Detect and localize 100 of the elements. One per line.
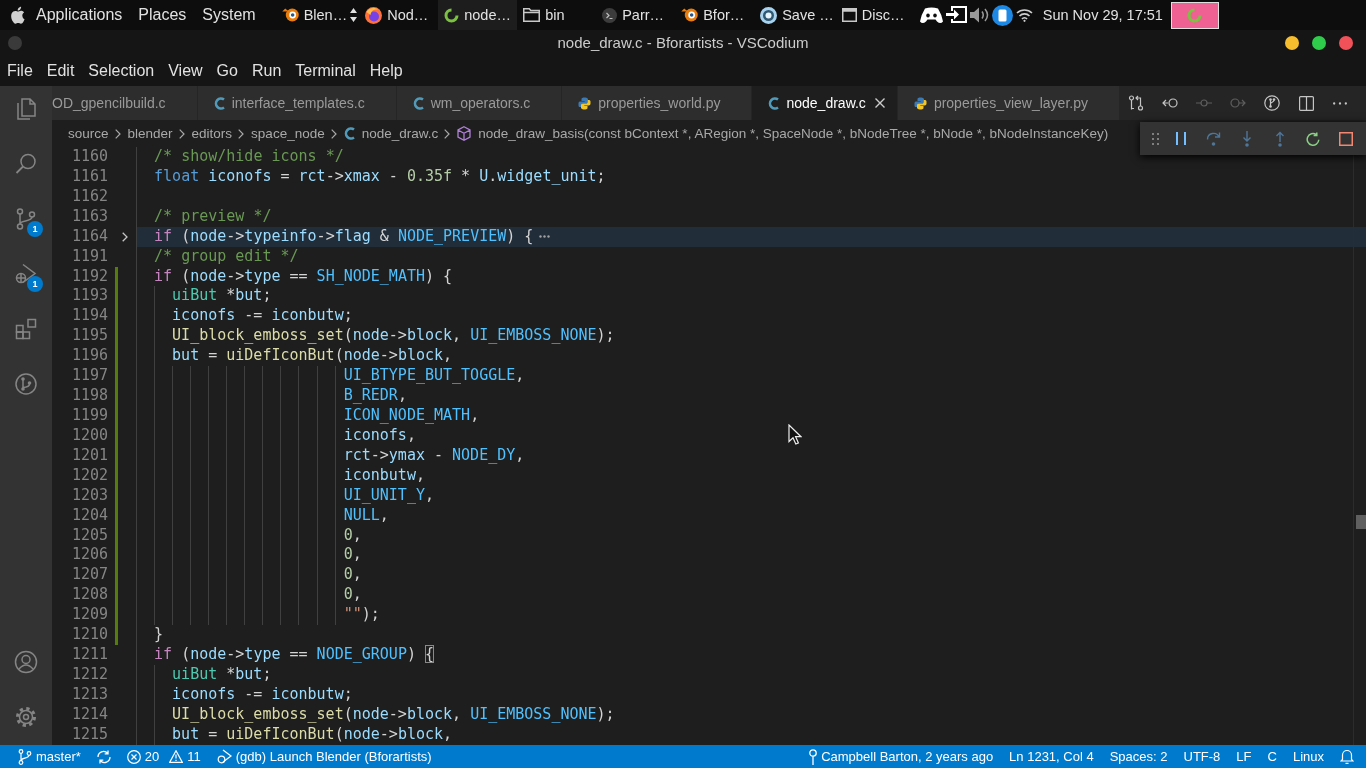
ellipsis-icon[interactable] — [539, 235, 551, 239]
code-line: rct->ymax - NODE_DY, — [343, 445, 525, 466]
taskbar-button[interactable]: Parr… — [596, 0, 676, 30]
problems-status[interactable]: 20 11 — [118, 745, 209, 768]
breadcrumb-item[interactable]: space_node — [251, 126, 325, 141]
breadcrumb-item[interactable]: editors — [191, 126, 233, 141]
taskbar-button[interactable]: Disc… — [835, 0, 915, 30]
line-number: 1210 — [71, 625, 108, 644]
breadcrumb-item[interactable]: source — [68, 126, 109, 141]
count-badge: 1 — [27, 221, 43, 237]
launch-config-status[interactable]: (gdb) Launch Blender (Bforartists) — [208, 745, 440, 768]
extensions-icon[interactable] — [14, 317, 38, 341]
settings-icon[interactable] — [14, 705, 38, 729]
code-line: iconofs, — [343, 425, 416, 446]
folder-icon — [523, 8, 541, 22]
line-number: 1200 — [71, 425, 108, 444]
status-item[interactable]: LF — [1228, 745, 1260, 768]
drag-handle-icon[interactable] — [1152, 132, 1159, 145]
source-control-icon[interactable] — [14, 207, 38, 231]
line-number: 1195 — [71, 326, 108, 345]
branch-circle-icon[interactable] — [1264, 95, 1280, 111]
menu-item[interactable]: Go — [209, 61, 245, 80]
taskbar-button[interactable]: Bfor… — [675, 0, 755, 30]
compare-changes-icon[interactable] — [1128, 95, 1144, 111]
line-number: 1204 — [71, 505, 108, 524]
status-item[interactable]: Linux — [1284, 745, 1332, 768]
blame-status[interactable]: Campbell Barton, 2 years ago — [801, 745, 1002, 768]
arrow-in-box-icon[interactable] — [945, 5, 967, 25]
menu-item[interactable]: Run — [244, 61, 289, 80]
apple-icon[interactable] — [10, 6, 25, 24]
bell-icon[interactable] — [1340, 749, 1354, 764]
code-line: } — [154, 625, 164, 646]
menu-item[interactable]: View — [161, 61, 210, 80]
line-number: 1212 — [71, 664, 108, 683]
maximize-button[interactable] — [1312, 35, 1326, 50]
panel-menu[interactable]: System — [194, 6, 264, 24]
pause-icon[interactable] — [1175, 132, 1186, 145]
window-icon — [841, 8, 857, 22]
stop-icon[interactable] — [1339, 131, 1354, 146]
editor-tab[interactable]: OD_gpencilbuild.c — [52, 86, 198, 120]
chevron-right-icon — [178, 128, 185, 139]
menu-item[interactable]: Terminal — [288, 61, 363, 80]
close-button[interactable] — [1339, 35, 1353, 50]
line-number: 1163 — [71, 206, 108, 225]
breadcrumb-item[interactable]: blender — [127, 126, 173, 141]
close-icon[interactable] — [874, 98, 885, 108]
breadcrumb-item[interactable]: node_draw_basis(const bContext *, ARegion *, SpaceNode *, bNodeTree *, bNode *, bNodeInstanceKey) — [457, 126, 1109, 141]
scrollbar-thumb[interactable] — [1356, 515, 1366, 529]
account-icon[interactable] — [14, 650, 38, 674]
minimize-button[interactable] — [1285, 35, 1299, 50]
run-debug-icon — [216, 749, 232, 764]
files-icon[interactable] — [14, 97, 38, 121]
code-line: iconofs -= iconbutw; — [172, 684, 353, 705]
gamepad-icon[interactable] — [919, 6, 943, 24]
editor-tab[interactable]: properties_world.py — [562, 86, 753, 120]
sync-icon[interactable] — [96, 749, 111, 764]
left-arrow-circle-icon[interactable] — [1162, 98, 1178, 108]
editor-tab[interactable]: interface_templates.c — [197, 86, 397, 120]
search-icon[interactable] — [14, 152, 38, 176]
workspace-button[interactable] — [1170, 1, 1219, 29]
taskbar-button[interactable]: Nod… — [359, 0, 439, 30]
status-item[interactable]: C — [1259, 745, 1285, 768]
branch-status[interactable]: master* — [10, 745, 89, 768]
menu-item[interactable]: Help — [362, 61, 410, 80]
globe-icon — [365, 6, 383, 24]
panel-menu[interactable]: Places — [130, 6, 195, 24]
branch-icon — [18, 748, 32, 765]
chevron-right-icon[interactable] — [122, 231, 128, 242]
line-number: 1199 — [71, 406, 108, 424]
window-title: node_draw.c - Bforartists - VSCodium — [557, 34, 809, 51]
status-item[interactable]: UTF-8 — [1175, 745, 1229, 768]
commit-icon — [809, 748, 818, 765]
status-item[interactable]: Ln 1231, Col 4 — [1001, 745, 1102, 768]
editor-tab[interactable]: wm_operators.c — [396, 86, 563, 120]
more-icon[interactable] — [1333, 101, 1347, 105]
git-graph-icon[interactable] — [14, 372, 38, 396]
menu-item[interactable]: Selection — [81, 61, 162, 80]
restart-icon[interactable] — [1306, 131, 1321, 146]
document-icon[interactable] — [991, 4, 1013, 26]
c-file-icon — [213, 96, 225, 110]
taskbar-button[interactable]: Save … — [754, 0, 836, 30]
c-file-icon — [343, 127, 355, 140]
line-number: 1160 — [71, 147, 108, 165]
code-line: if (node->typeinfo->flag & NODE_PREVIEW) { — [154, 226, 534, 247]
menu-item[interactable]: File — [0, 61, 40, 80]
line-number: 1161 — [71, 166, 108, 185]
split-editor-icon[interactable] — [1298, 95, 1314, 111]
wifi-icon[interactable] — [1015, 8, 1033, 22]
taskbar-button[interactable]: bin — [517, 0, 597, 30]
menu-item[interactable]: Edit — [39, 61, 82, 80]
status-item[interactable]: Spaces: 2 — [1101, 745, 1176, 768]
taskbar-button[interactable]: node… — [438, 0, 518, 30]
breadcrumb-item[interactable]: node_draw.c — [343, 126, 439, 141]
clock[interactable]: Sun Nov 29, 17:51 — [1042, 7, 1163, 23]
taskbar-button[interactable]: Blen… — [275, 0, 360, 30]
run-debug-icon[interactable] — [14, 262, 38, 286]
panel-menu[interactable]: Applications — [28, 6, 131, 24]
speaker-icon[interactable] — [969, 7, 989, 23]
editor-tab[interactable]: properties_view_layer.py — [897, 86, 1120, 120]
editor-tab[interactable]: node_draw.c — [752, 86, 898, 120]
